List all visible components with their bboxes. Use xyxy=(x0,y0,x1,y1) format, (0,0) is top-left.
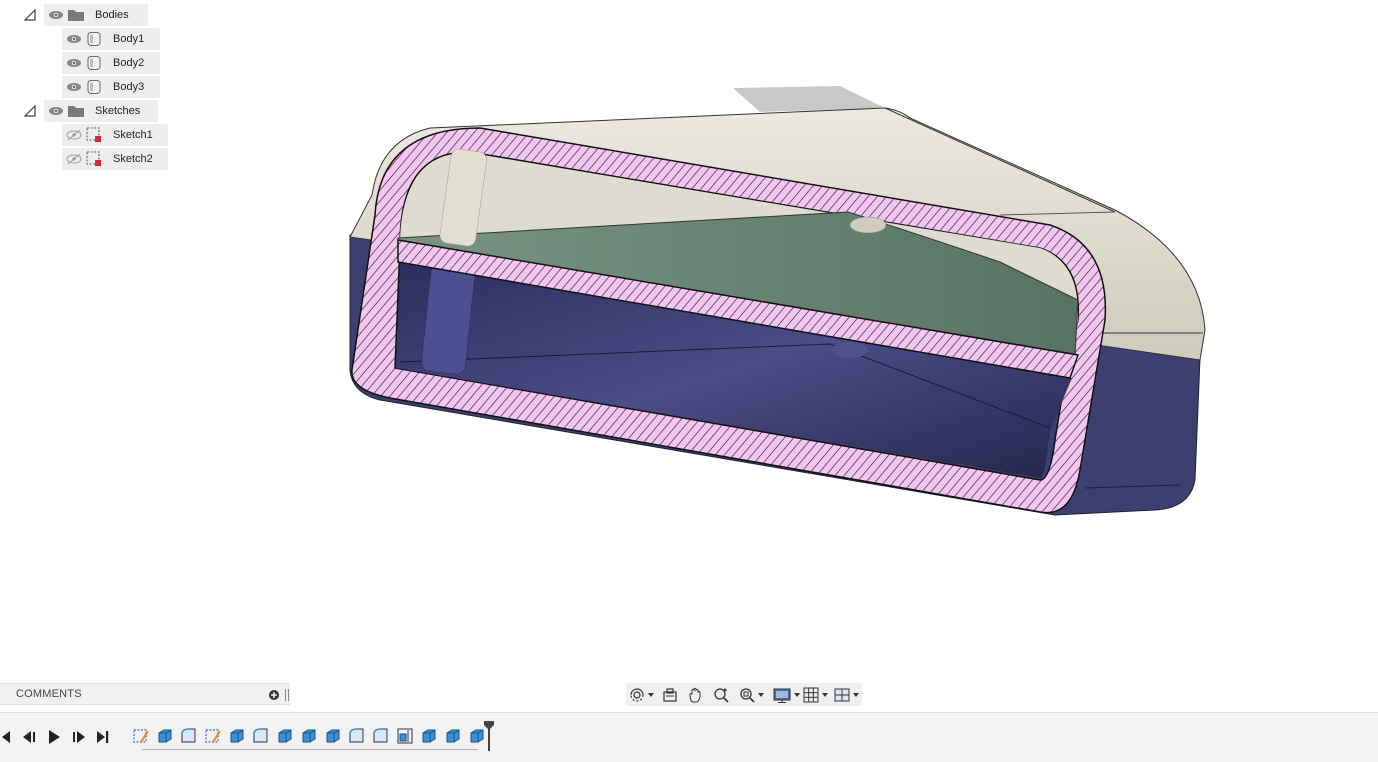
timeline-sketch-icon[interactable] xyxy=(132,727,150,745)
browser-item-body3[interactable]: Body3 xyxy=(62,76,160,98)
pan-button[interactable] xyxy=(686,686,704,704)
display-settings-button[interactable] xyxy=(772,686,800,704)
go-to-end-icon[interactable] xyxy=(94,728,112,746)
go-to-start-icon[interactable] xyxy=(0,728,18,746)
collapse-triangle-icon[interactable] xyxy=(24,104,38,118)
step-back-icon[interactable] xyxy=(20,728,38,746)
body-icon xyxy=(85,30,103,48)
viewports-icon xyxy=(834,688,850,702)
collapse-triangle-icon[interactable] xyxy=(24,8,38,22)
visibility-eye-icon[interactable] xyxy=(65,32,83,46)
timeline-sketch-icon[interactable] xyxy=(204,727,222,745)
body-label: Body1 xyxy=(113,33,145,45)
body-label: Body3 xyxy=(113,81,145,93)
timeline-fillet-icon[interactable] xyxy=(372,727,390,745)
folder-icon xyxy=(67,102,85,120)
orbit-button[interactable] xyxy=(628,686,654,704)
fit-button[interactable] xyxy=(738,686,764,704)
panel-resize-handle[interactable] xyxy=(285,689,289,701)
chevron-down-icon xyxy=(758,693,764,697)
folder-icon xyxy=(67,6,85,24)
comments-panel[interactable]: COMMENTS xyxy=(0,683,290,705)
browser-folder-sketches[interactable]: Sketches xyxy=(24,100,158,122)
folder-label: Sketches xyxy=(95,105,141,117)
timeline-extrude-icon[interactable] xyxy=(228,727,246,745)
timeline-bar xyxy=(0,712,1378,762)
body-icon xyxy=(85,78,103,96)
chevron-down-icon xyxy=(794,693,800,697)
timeline-extrude-icon[interactable] xyxy=(276,727,294,745)
pan-icon xyxy=(689,687,701,703)
timeline-fillet-icon[interactable] xyxy=(348,727,366,745)
fit-icon xyxy=(740,688,755,703)
sketch-label: Sketch1 xyxy=(113,129,153,141)
timeline-extrude-icon[interactable] xyxy=(156,727,174,745)
grid-settings-button[interactable] xyxy=(802,686,828,704)
timeline-fillet-icon[interactable] xyxy=(252,727,270,745)
look-at-button[interactable] xyxy=(661,686,679,704)
timeline-fillet-icon[interactable] xyxy=(180,727,198,745)
browser-folder-bodies[interactable]: Bodies xyxy=(24,4,148,26)
timeline-marker[interactable] xyxy=(484,721,494,751)
browser-item-sketch2[interactable]: Sketch2 xyxy=(62,148,168,170)
folder-label: Bodies xyxy=(95,9,129,21)
timeline-track xyxy=(142,749,478,750)
body-icon xyxy=(85,54,103,72)
orbit-icon xyxy=(630,688,644,702)
sketch-icon xyxy=(85,126,103,144)
visibility-eye-icon[interactable] xyxy=(65,80,83,94)
browser-item-body2[interactable]: Body2 xyxy=(62,52,160,74)
zoom-button[interactable] xyxy=(712,686,730,704)
browser-item-body1[interactable]: Body1 xyxy=(62,28,160,50)
timeline-extrude-icon[interactable] xyxy=(420,727,438,745)
chevron-down-icon xyxy=(853,693,859,697)
step-forward-icon[interactable] xyxy=(70,728,88,746)
hidden-eye-icon[interactable] xyxy=(65,152,83,166)
viewports-button[interactable] xyxy=(833,686,859,704)
visibility-eye-icon[interactable] xyxy=(47,104,65,118)
play-icon[interactable] xyxy=(45,728,63,746)
display-settings-icon xyxy=(773,688,791,703)
timeline-extrude-icon[interactable] xyxy=(444,727,462,745)
timeline-extrude-icon[interactable] xyxy=(324,727,342,745)
sketch-icon xyxy=(85,150,103,168)
sketch-label: Sketch2 xyxy=(113,153,153,165)
comments-label: COMMENTS xyxy=(16,688,82,700)
visibility-eye-icon[interactable] xyxy=(47,8,65,22)
browser-item-sketch1[interactable]: Sketch1 xyxy=(62,124,168,146)
grid-settings-icon xyxy=(803,687,819,703)
timeline-extrude-icon[interactable] xyxy=(300,727,318,745)
standoff-top-2 xyxy=(849,216,887,234)
visibility-eye-icon[interactable] xyxy=(65,56,83,70)
body-label: Body2 xyxy=(113,57,145,69)
ground-shadow xyxy=(733,86,885,112)
navigation-toolbar xyxy=(626,683,862,706)
zoom-icon xyxy=(714,688,729,703)
section-view-model[interactable] xyxy=(0,0,1378,762)
chevron-down-icon xyxy=(822,693,828,697)
look-at-icon xyxy=(663,688,677,702)
add-comment-icon[interactable] xyxy=(268,689,280,701)
hidden-eye-icon[interactable] xyxy=(65,128,83,142)
standoff-bottom-2 xyxy=(832,342,868,358)
chevron-down-icon xyxy=(648,693,654,697)
timeline-split-body-icon[interactable] xyxy=(396,727,414,745)
